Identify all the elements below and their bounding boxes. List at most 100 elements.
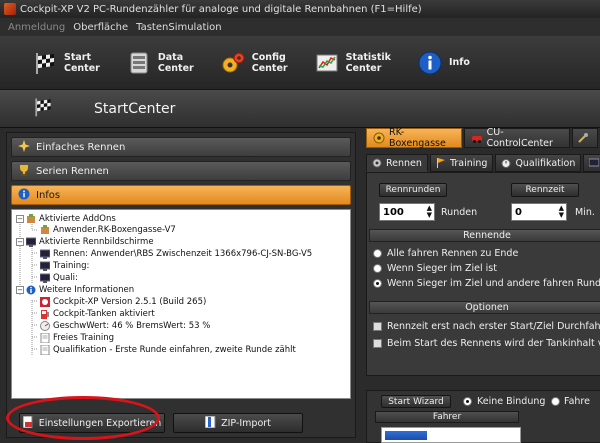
tree-leaf-training[interactable]: Training: (39, 260, 89, 271)
option-checkbox-1[interactable] (373, 322, 382, 331)
time-stepper[interactable]: 0 ▲ ▼ (511, 203, 567, 221)
menu-anmeldung[interactable]: Anmeldung (8, 22, 65, 33)
tool-icon (577, 132, 589, 144)
tab-rk-boxengasse[interactable]: RK-Boxengasse (366, 127, 462, 149)
right-panel: RK-Boxengasse CU-ControlCenter Rennen Tr… (360, 127, 600, 443)
fahrer-column-header: Fahrer (375, 411, 519, 423)
rennen-settings: Rennrunden Rennzeit 100 ▲ ▼ Runden 0 ▲ ▼ M… (366, 172, 600, 376)
spin-arrows-icon[interactable]: ▲ ▼ (559, 205, 564, 219)
monitor-icon (588, 158, 600, 168)
export-settings-button[interactable]: Einstellungen Exportieren (19, 413, 165, 433)
keine-bindung-label: Keine Bindung (477, 396, 546, 407)
accordion-infos[interactable]: Infos (11, 185, 351, 205)
end-option-label-2: Wenn Sieger im Ziel ist (387, 263, 497, 274)
stopwatch-icon (501, 158, 511, 168)
min-unit: Min. (575, 207, 595, 218)
tree-node-rennbildschirme[interactable]: − Aktivierte Rennbildschirme (16, 236, 154, 247)
keine-bindung-radio[interactable] (463, 397, 472, 406)
tab-more[interactable] (572, 128, 598, 148)
app-icon (4, 3, 16, 15)
collapse-icon[interactable]: − (16, 237, 24, 246)
monitor-icon (39, 249, 51, 259)
fahrer-radio[interactable] (551, 397, 560, 406)
monitor-icon (39, 273, 51, 283)
runden-unit: Runden (441, 207, 478, 218)
gear-icon (372, 158, 382, 168)
tree-leaf-rennen[interactable]: Rennen: Anwender\RBS Zwischenzeit 1366x7… (39, 248, 312, 259)
tab-qualifikation[interactable]: Qualifikation (495, 154, 582, 172)
tree-leaf-addon[interactable]: Anwender.RK-Boxengasse-V7 (40, 224, 176, 235)
document-icon (40, 344, 50, 355)
tree-leaf-qualifikation[interactable]: Qualifikation - Erste Runde einfahren, z… (40, 344, 296, 355)
collapse-icon[interactable]: − (16, 285, 24, 294)
info-icon (26, 285, 36, 295)
page-title: StartCenter (94, 100, 176, 117)
tab-training[interactable]: Training (429, 154, 494, 172)
cockpit-icon (40, 296, 50, 307)
mode-tabs: Rennen Training Qualifikation R (366, 154, 600, 172)
start-wizard-button[interactable]: Start Wizard (381, 395, 451, 408)
gears-icon (373, 132, 385, 144)
accordion-serien-rennen[interactable]: Serien Rennen (11, 161, 351, 181)
title-bar: Cockpit-XP V2 PC-Rundenzähler für analog… (0, 0, 600, 18)
info-icon (417, 50, 443, 76)
tab-more-modes[interactable]: R (583, 154, 600, 172)
database-icon (126, 50, 152, 76)
fuel-icon (40, 309, 50, 319)
end-option-radio-2[interactable] (373, 264, 382, 273)
tree-leaf-quali[interactable]: Quali: (39, 272, 78, 283)
config-center-button[interactable]: Config Center (220, 43, 288, 83)
tree-leaf-tanken[interactable]: Cockpit-Tanken aktiviert (40, 308, 155, 319)
collapse-icon[interactable]: − (16, 214, 24, 223)
window-title: Cockpit-XP V2 PC-Rundenzähler für analog… (20, 3, 422, 15)
end-option-radio-1[interactable] (373, 249, 382, 258)
end-option-radio-3[interactable] (373, 279, 382, 288)
addon-icon (26, 213, 36, 224)
statistik-center-button[interactable]: Statistik Center (314, 43, 391, 83)
export-icon (22, 415, 34, 431)
menu-oberflaeche[interactable]: Oberfläche (73, 22, 128, 33)
monitor-icon (39, 261, 51, 271)
zip-import-button[interactable]: ZIP-Import (173, 413, 303, 433)
startcenter-header: StartCenter (0, 90, 600, 128)
left-panel: Einfaches Rennen Serien Rennen Infos − A… (6, 132, 356, 438)
rounds-stepper[interactable]: 100 ▲ ▼ (379, 203, 435, 221)
checkered-flag-icon (32, 96, 54, 121)
tab-cu-controlcenter[interactable]: CU-ControlCenter (463, 127, 570, 149)
data-center-button[interactable]: Data Center (126, 43, 194, 83)
tree-node-addons[interactable]: − Aktivierte AddOns (16, 213, 116, 224)
option-label-2: Beim Start des Rennens wird der Tankinha… (387, 338, 600, 349)
end-option-label-1: Alle fahren Rennen zu Ende (387, 248, 519, 259)
rennrunden-button[interactable]: Rennrunden (379, 183, 447, 197)
info-icon (18, 188, 30, 203)
fahrer-list[interactable] (381, 427, 521, 443)
sparkle-icon (18, 139, 30, 155)
gears-icon (220, 50, 246, 76)
menu-tastensimulation[interactable]: TastenSimulation (136, 22, 221, 33)
menu-bar: Anmeldung Oberfläche TastenSimulation (0, 18, 600, 36)
car-icon (471, 132, 483, 144)
rennzeit-button[interactable]: Rennzeit (511, 183, 579, 197)
rennende-header: Rennende (369, 229, 600, 242)
tab-rennen[interactable]: Rennen (366, 154, 428, 172)
accordion-einfaches-rennen[interactable]: Einfaches Rennen (11, 137, 351, 157)
info-button[interactable]: Info (417, 43, 470, 83)
checkered-flag-icon (32, 50, 58, 76)
option-checkbox-2[interactable] (373, 339, 382, 348)
tree-node-weitere-informationen[interactable]: − Weitere Informationen (16, 284, 134, 295)
tree-leaf-version[interactable]: Cockpit-XP Version 2.5.1 (Build 265) (40, 296, 206, 307)
zip-icon (204, 415, 216, 431)
main-toolbar: Start Center Data Center Config Center S… (0, 36, 600, 90)
tree-leaf-geschwwert[interactable]: GeschwWert: 46 % BremsWert: 53 % (40, 320, 210, 331)
end-option-label-3: Wenn Sieger im Ziel und andere fahren Ru… (387, 278, 600, 289)
document-icon (40, 332, 50, 343)
tree-leaf-freies-training[interactable]: Freies Training (40, 332, 114, 343)
start-center-button[interactable]: Start Center (32, 43, 100, 83)
addon-tabs: RK-Boxengasse CU-ControlCenter (360, 127, 600, 149)
info-tree[interactable]: − Aktivierte AddOns Anwender.RK-Boxengas… (11, 209, 351, 399)
chart-icon (314, 50, 340, 76)
option-label-1: Rennzeit erst nach erster Start/Ziel Dur… (387, 321, 600, 332)
wizard-panel: Start Wizard Keine Bindung Fahre Fahrer (366, 390, 600, 443)
optionen-header: Optionen (369, 301, 600, 314)
spin-arrows-icon[interactable]: ▲ ▼ (427, 205, 432, 219)
